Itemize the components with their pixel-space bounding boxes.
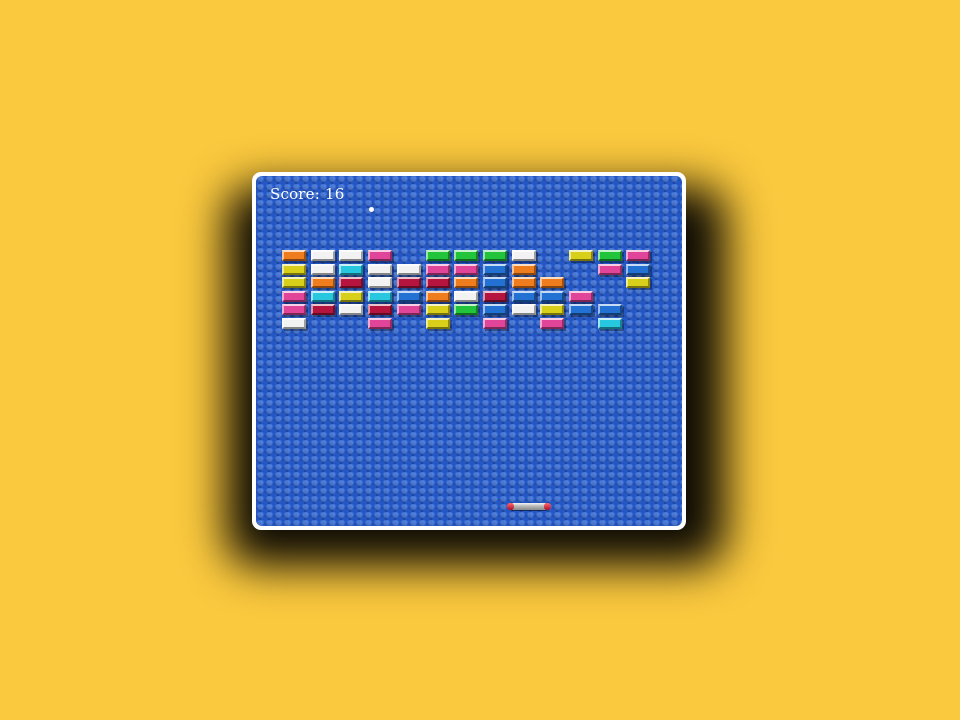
brick-magenta [282, 304, 306, 315]
brick-green [483, 250, 507, 261]
brick-white [311, 250, 335, 261]
brick-cyan [311, 291, 335, 302]
brick-white [512, 304, 536, 315]
brick-green [454, 250, 478, 261]
brick-green [454, 304, 478, 315]
brick-magenta [368, 318, 392, 329]
brick-orange [512, 264, 536, 275]
brick-white [368, 264, 392, 275]
game-board[interactable]: Score: 16 [256, 176, 682, 526]
brick-magenta [540, 318, 564, 329]
brick-cyan [368, 291, 392, 302]
brick-magenta [454, 264, 478, 275]
brick-orange [540, 277, 564, 288]
brick-green [426, 250, 450, 261]
brick-white [311, 264, 335, 275]
brick-blue [483, 277, 507, 288]
paddle[interactable] [507, 503, 551, 510]
brick-yellow [569, 250, 593, 261]
brick-white [368, 277, 392, 288]
brick-white [339, 304, 363, 315]
brick-magenta [569, 291, 593, 302]
brick-blue [540, 291, 564, 302]
brick-orange [311, 277, 335, 288]
brick-orange [426, 291, 450, 302]
brick-magenta [626, 250, 650, 261]
brick-magenta [368, 250, 392, 261]
brick-crimson [426, 277, 450, 288]
brick-blue [626, 264, 650, 275]
brick-magenta [483, 318, 507, 329]
brick-yellow [282, 277, 306, 288]
brick-orange [282, 250, 306, 261]
brick-blue [397, 291, 421, 302]
brick-crimson [339, 277, 363, 288]
brick-magenta [426, 264, 450, 275]
brick-yellow [626, 277, 650, 288]
brick-blue [483, 264, 507, 275]
score-label: Score: 16 [270, 185, 345, 203]
brick-white [454, 291, 478, 302]
brick-magenta [397, 304, 421, 315]
brick-crimson [311, 304, 335, 315]
brick-white [339, 250, 363, 261]
brick-blue [569, 304, 593, 315]
brick-orange [454, 277, 478, 288]
brick-magenta [282, 291, 306, 302]
brick-white [397, 264, 421, 275]
brick-green [598, 250, 622, 261]
brick-white [512, 250, 536, 261]
brick-cyan [339, 264, 363, 275]
brick-yellow [426, 318, 450, 329]
brick-yellow [282, 264, 306, 275]
brick-blue [512, 291, 536, 302]
brick-magenta [598, 264, 622, 275]
brick-yellow [339, 291, 363, 302]
brick-blue [598, 304, 622, 315]
ball [369, 207, 374, 212]
brick-crimson [368, 304, 392, 315]
brick-cyan [598, 318, 622, 329]
brick-yellow [426, 304, 450, 315]
brick-crimson [483, 291, 507, 302]
brick-white [282, 318, 306, 329]
brick-yellow [540, 304, 564, 315]
brick-crimson [397, 277, 421, 288]
brick-orange [512, 277, 536, 288]
brick-blue [483, 304, 507, 315]
